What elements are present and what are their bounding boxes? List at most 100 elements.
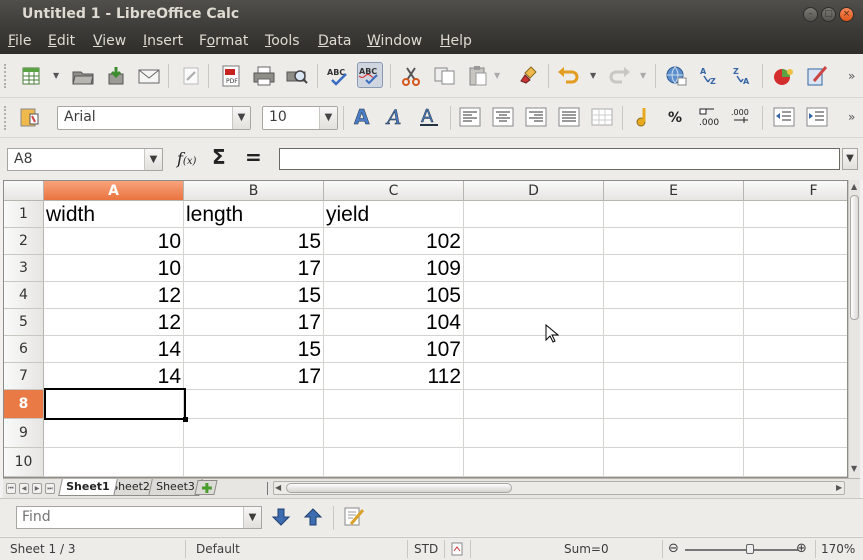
toolbar-grip[interactable]: [4, 106, 8, 130]
formula-equals-icon[interactable]: =: [245, 145, 262, 169]
add-decimal-button[interactable]: .000: [729, 104, 755, 130]
cell-a7[interactable]: 14: [46, 363, 181, 390]
chevron-down-icon[interactable]: ▼: [640, 71, 648, 80]
cell-b6[interactable]: 15: [186, 336, 321, 363]
chevron-down-icon[interactable]: ▼: [590, 71, 598, 80]
first-sheet-icon[interactable]: ⏮: [6, 483, 16, 494]
find-previous-button[interactable]: [300, 504, 326, 530]
cell-a1[interactable]: width: [46, 201, 182, 228]
column-header-d[interactable]: D: [464, 181, 604, 201]
zoom-slider-knob[interactable]: [746, 544, 754, 554]
maximize-button[interactable]: □: [821, 7, 836, 22]
bold-button[interactable]: A: [350, 104, 376, 130]
chevron-down-icon[interactable]: ▼: [144, 149, 162, 170]
cell-c3[interactable]: 109: [326, 255, 461, 282]
align-center-button[interactable]: [490, 104, 516, 130]
email-button[interactable]: [136, 63, 162, 89]
menu-edit[interactable]: Edit: [48, 33, 75, 49]
cell-c6[interactable]: 107: [326, 336, 461, 363]
menu-help[interactable]: Help: [440, 33, 472, 49]
fill-handle[interactable]: [183, 417, 188, 422]
row-header-2[interactable]: 2: [4, 228, 44, 255]
font-name-combo[interactable]: Arial ▼: [57, 106, 251, 130]
clone-formatting-button[interactable]: [515, 63, 541, 89]
name-box[interactable]: A8 ▼: [7, 148, 163, 171]
menu-view[interactable]: View: [93, 33, 126, 49]
find-field[interactable]: ▼: [16, 506, 262, 529]
chevron-down-icon[interactable]: ▼: [494, 71, 502, 80]
last-sheet-icon[interactable]: ⏭: [45, 483, 55, 494]
menu-window[interactable]: Window: [367, 33, 422, 49]
zoom-out-icon[interactable]: ⊖: [668, 541, 679, 556]
cell-c1[interactable]: yield: [326, 201, 462, 228]
zoom-in-icon[interactable]: ⊕: [796, 541, 807, 556]
cut-button[interactable]: [398, 63, 424, 89]
minimize-button[interactable]: –: [803, 7, 818, 22]
chevron-down-icon[interactable]: ▼: [243, 507, 261, 528]
menu-file[interactable]: File: [8, 33, 31, 49]
add-sheet-button[interactable]: [194, 480, 218, 495]
increase-indent-button[interactable]: [804, 104, 830, 130]
export-pdf-button[interactable]: PDF: [218, 63, 244, 89]
cell-c4[interactable]: 105: [326, 282, 461, 309]
insert-chart-button[interactable]: [771, 63, 797, 89]
justify-button[interactable]: [556, 104, 582, 130]
row-header-8[interactable]: 8: [4, 390, 44, 419]
scroll-right-icon[interactable]: ▶: [836, 483, 842, 492]
new-document-button[interactable]: [18, 63, 44, 89]
column-header-b[interactable]: B: [184, 181, 324, 201]
redo-button[interactable]: [607, 63, 633, 89]
align-right-button[interactable]: [523, 104, 549, 130]
chevron-down-icon[interactable]: ▼: [53, 71, 61, 80]
find-next-button[interactable]: [268, 504, 294, 530]
row-header-5[interactable]: 5: [4, 309, 44, 336]
scroll-left-icon[interactable]: ◀: [275, 483, 281, 492]
cell-a3[interactable]: 10: [46, 255, 181, 282]
cell-b2[interactable]: 15: [186, 228, 321, 255]
row-header-9[interactable]: 9: [4, 419, 44, 448]
sum-icon[interactable]: Σ: [212, 145, 226, 169]
italic-button[interactable]: A: [383, 104, 409, 130]
sort-descending-button[interactable]: ZA: [729, 63, 755, 89]
column-header-c[interactable]: C: [324, 181, 464, 201]
prev-sheet-icon[interactable]: ◀: [19, 483, 29, 494]
row-header-4[interactable]: 4: [4, 282, 44, 309]
toolbar-overflow-icon[interactable]: »: [848, 110, 855, 124]
cell-c2[interactable]: 102: [326, 228, 461, 255]
row-header-7[interactable]: 7: [4, 363, 44, 390]
cell-a2[interactable]: 10: [46, 228, 181, 255]
decrease-indent-button[interactable]: [771, 104, 797, 130]
print-preview-button[interactable]: [284, 63, 310, 89]
cell-b7[interactable]: 17: [186, 363, 321, 390]
open-button[interactable]: [70, 63, 96, 89]
cell-c7[interactable]: 112: [326, 363, 461, 390]
percent-format-button[interactable]: %: [663, 104, 689, 130]
menu-insert[interactable]: Insert: [143, 33, 183, 49]
vertical-scroll-thumb[interactable]: [850, 195, 859, 320]
hyperlink-button[interactable]: [663, 63, 689, 89]
paste-button[interactable]: [465, 63, 491, 89]
page-style[interactable]: Default: [196, 542, 240, 556]
cell-b3[interactable]: 17: [186, 255, 321, 282]
cell-b5[interactable]: 17: [186, 309, 321, 336]
find-input[interactable]: [22, 509, 242, 525]
copy-button[interactable]: [432, 63, 458, 89]
toolbar-overflow-icon[interactable]: »: [848, 69, 855, 83]
print-button[interactable]: [251, 63, 277, 89]
expand-formula-icon[interactable]: ▼: [842, 148, 858, 170]
cell-b4[interactable]: 15: [186, 282, 321, 309]
row-header-3[interactable]: 3: [4, 255, 44, 282]
horizontal-scrollbar[interactable]: ◀ ▶: [273, 481, 845, 495]
sheet-tab-1[interactable]: Sheet1: [58, 479, 118, 496]
select-all-corner[interactable]: [4, 181, 44, 201]
row-header-1[interactable]: 1: [4, 201, 44, 228]
spreadsheet-grid[interactable]: A B C D E F 1 2 3 4 5 6 7 8 9 10 width l…: [3, 180, 848, 478]
spellcheck-button[interactable]: ABC: [325, 63, 351, 89]
edit-file-button[interactable]: [178, 63, 204, 89]
merge-cells-button[interactable]: [589, 104, 615, 130]
cell-a6[interactable]: 14: [46, 336, 181, 363]
menu-data[interactable]: Data: [318, 33, 351, 49]
sort-ascending-button[interactable]: AZ: [696, 63, 722, 89]
font-size-combo[interactable]: 10 ▼: [262, 106, 338, 130]
align-left-button[interactable]: [457, 104, 483, 130]
